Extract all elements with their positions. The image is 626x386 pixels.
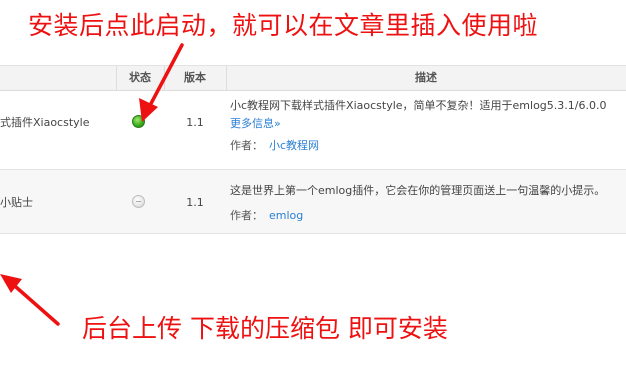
red-arrow-to-status-icon [139, 43, 184, 122]
red-arrow-to-upload [0, 274, 60, 326]
bottom-annotation-text: 后台上传 下载的压缩包 即可安装 [82, 314, 448, 343]
